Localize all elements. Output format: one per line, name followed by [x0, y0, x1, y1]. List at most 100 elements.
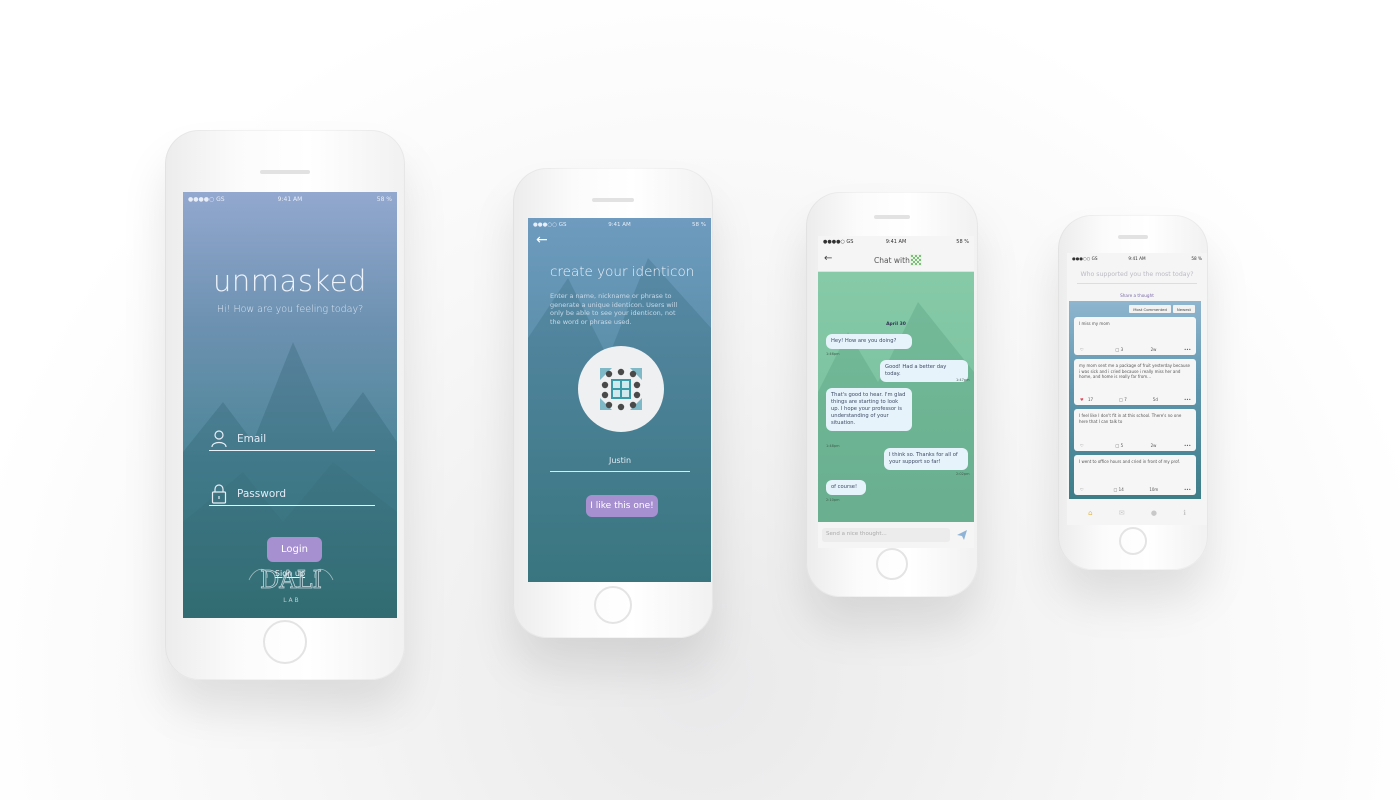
status-bar: ●●●●○ GS 9:41 AM 58 % [818, 236, 974, 248]
daily-question: Who supported you the most today? [1080, 271, 1194, 278]
login-screen: ●●●●○ GS 9:41 AM 58 % unmasked Hi! How a… [183, 192, 397, 618]
post-age: 2w [1150, 443, 1157, 448]
message-time: 2:02pm [956, 472, 970, 476]
phone-speaker [1118, 235, 1148, 239]
message-time: 1:48pm [826, 444, 840, 448]
logo-word: DALI [260, 566, 322, 594]
more-icon[interactable]: ••• [1184, 487, 1191, 492]
status-time: 9:41 AM [277, 195, 303, 203]
phone-chat: ●●●●○ GS 9:41 AM 58 % ← Chat with April … [806, 192, 978, 597]
identicon-name-input[interactable]: Justin [550, 456, 690, 472]
phone-speaker [260, 170, 310, 174]
heart-filled-icon[interactable]: ♥ [1080, 397, 1088, 402]
email-field[interactable]: Email [209, 427, 375, 451]
dali-lab-logo: DALI L A B [245, 552, 337, 608]
message-time: 2:10pm [826, 498, 840, 502]
message-time: 1:47pm [956, 378, 970, 382]
post-card[interactable]: my mom sent me a package of fruit yester… [1074, 359, 1196, 405]
status-time: 9:41 AM [608, 222, 631, 228]
heart-icon[interactable]: ♡ [1080, 443, 1088, 448]
info-tab-icon[interactable]: ℹ [1183, 509, 1186, 517]
identicon-preview [578, 346, 664, 432]
lock-icon [209, 483, 229, 504]
post-comments: 7 [1124, 397, 1127, 402]
post-text: I miss my mom [1079, 321, 1110, 326]
more-icon[interactable]: ••• [1184, 397, 1191, 402]
identicon-title: create your identicon [550, 264, 695, 280]
home-tab-icon[interactable]: ⌂ [1088, 509, 1092, 517]
more-icon[interactable]: ••• [1184, 347, 1191, 352]
post-comments: 3 [1120, 347, 1124, 352]
message-received: Hey! How are you doing? [826, 334, 912, 349]
post-text: my mom sent me a package of fruit yester… [1079, 363, 1191, 379]
home-button[interactable] [876, 548, 908, 580]
message-sent: I think so. Thanks for all of your suppo… [884, 448, 968, 470]
post-age: 5d [1152, 397, 1158, 402]
post-age: 10m [1149, 487, 1159, 492]
email-placeholder: Email [237, 432, 267, 445]
message-time: 1:46pm [826, 352, 840, 356]
post-footer: ♡ □ 3 2w ••• [1080, 347, 1191, 352]
share-thought-link[interactable]: Share a thought [1067, 293, 1207, 298]
phone-login: ●●●●○ GS 9:41 AM 58 % unmasked Hi! How a… [165, 130, 405, 680]
message-sent: Good! Had a better day today. [880, 360, 968, 382]
post-card[interactable]: I went to office hours and cried in fron… [1074, 455, 1196, 495]
identicon-description: Enter a name, nickname or phrase to gene… [550, 292, 678, 326]
post-text: I went to office hours and cried in fron… [1079, 459, 1180, 464]
phone-speaker [874, 215, 910, 219]
post-likes: 17 [1088, 397, 1094, 402]
profile-tab-icon[interactable]: ● [1151, 509, 1157, 517]
post-footer: ♥ 17 □ 7 5d ••• [1080, 397, 1191, 402]
back-arrow-icon[interactable]: ← [824, 253, 832, 264]
sort-most-commented[interactable]: Most Commented [1129, 305, 1171, 313]
phone-speaker [592, 198, 634, 202]
post-card[interactable]: I feel like I don't fit in at this schoo… [1074, 409, 1196, 451]
send-icon[interactable] [956, 529, 968, 541]
post-comments: 5 [1120, 443, 1124, 448]
phone-feed: ●●●○○ GS 9:41 AM 58 % Who supported you … [1058, 215, 1208, 570]
heart-icon[interactable]: ♡ [1080, 347, 1088, 352]
feed-screen: ●●●○○ GS 9:41 AM 58 % Who supported you … [1067, 253, 1207, 525]
chat-title: Chat with [874, 256, 910, 265]
bottom-tab-bar: ⌂ ✉ ● ℹ [1067, 501, 1207, 525]
status-bar: ●●●○○ GS 9:41 AM 58 % [1067, 253, 1207, 263]
home-button[interactable] [1119, 527, 1147, 555]
chat-date: April 30 [886, 322, 906, 327]
home-button[interactable] [263, 620, 307, 664]
password-placeholder: Password [237, 487, 287, 500]
status-bar: ●●●●○ GS 9:41 AM 58 % [183, 192, 397, 206]
home-button[interactable] [594, 586, 632, 624]
user-icon [209, 429, 229, 449]
mockup-stage: ●●●●○ GS 9:41 AM 58 % unmasked Hi! How a… [0, 0, 1400, 800]
status-time: 9:41 AM [885, 239, 907, 245]
logo-sub: L A B [283, 597, 298, 604]
status-time: 9:41 AM [1128, 255, 1146, 261]
back-arrow-icon[interactable]: ← [536, 232, 548, 248]
more-icon[interactable]: ••• [1184, 443, 1191, 448]
message-received: That's good to hear. I'm glad things are… [826, 388, 912, 431]
post-card[interactable]: I miss my mom ♡ □ 3 2w ••• [1074, 317, 1196, 355]
sort-toggle: Most Commented Newest [1129, 305, 1195, 313]
feed-list: Most Commented Newest I miss my mom ♡ □ … [1069, 301, 1201, 499]
partner-identicon-icon [910, 254, 922, 266]
app-title: unmasked [213, 264, 367, 298]
message-input[interactable]: Send a nice thought... [822, 528, 950, 542]
divider [1077, 283, 1197, 284]
identicon-pattern-icon [600, 368, 642, 411]
app-subtitle: Hi! How are you feeling today? [216, 304, 364, 315]
sort-newest[interactable]: Newest [1172, 305, 1195, 313]
chat-screen: ●●●●○ GS 9:41 AM 58 % ← Chat with April … [818, 236, 974, 548]
post-comments: 14 [1118, 487, 1124, 492]
chat-header: ← Chat with [818, 248, 974, 272]
post-age: 2w [1150, 347, 1157, 352]
password-field[interactable]: Password [209, 482, 375, 506]
identicon-screen: ●●●○○ GS 9:41 AM 58 % ← create your iden… [528, 218, 711, 582]
post-footer: ♡ □ 5 2w ••• [1080, 443, 1191, 448]
heart-icon[interactable]: ♡ [1080, 487, 1088, 492]
confirm-identicon-button[interactable]: I like this one! [586, 495, 658, 517]
message-received: of course! [826, 480, 866, 495]
phone-identicon: ●●●○○ GS 9:41 AM 58 % ← create your iden… [513, 168, 713, 638]
post-text: I feel like I don't fit in at this schoo… [1079, 413, 1182, 424]
chat-messages: April 30 Hey! How are you doing? 1:46pm … [818, 272, 974, 522]
messages-tab-icon[interactable]: ✉ [1119, 509, 1125, 517]
